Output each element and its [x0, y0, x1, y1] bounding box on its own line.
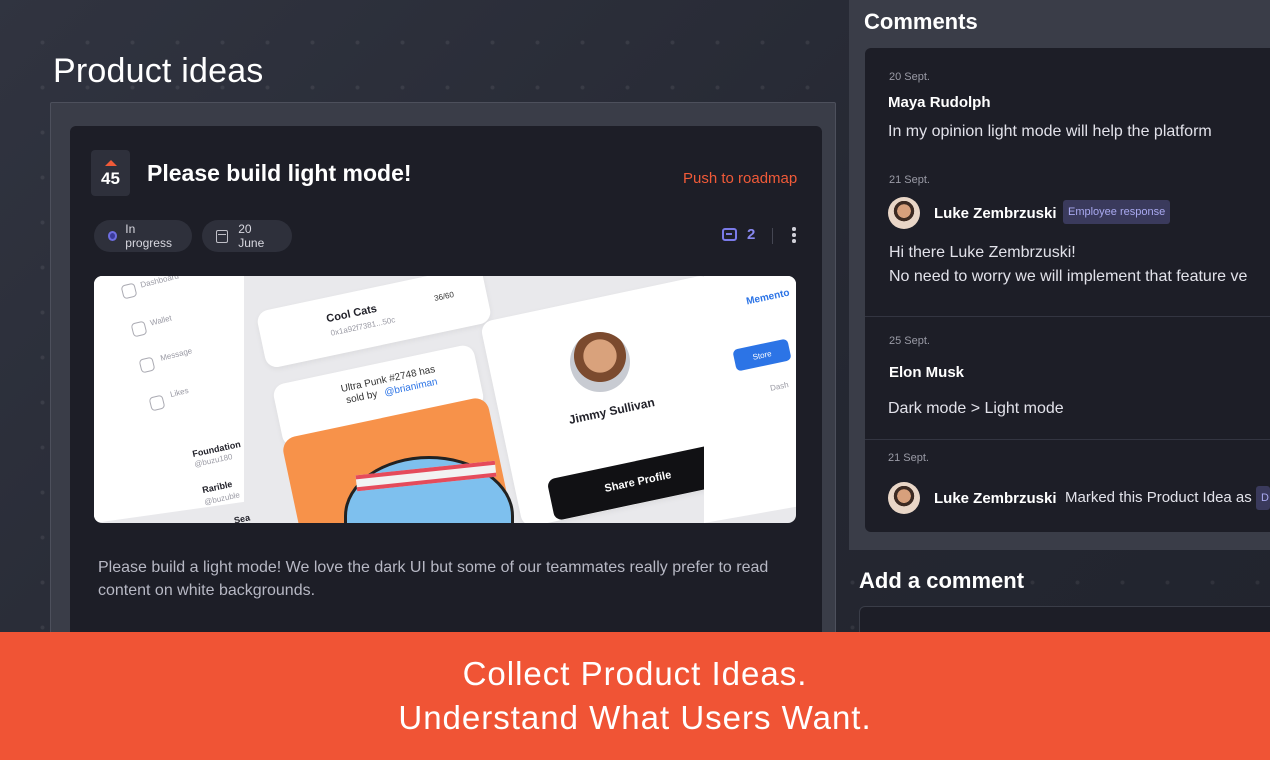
preview-list-sea: Sea	[233, 512, 251, 523]
comment-icon	[722, 228, 737, 241]
status-dot-icon	[108, 231, 118, 241]
comment-date: 25 Sept.	[889, 335, 930, 347]
comment-count: 2	[747, 226, 756, 243]
add-comment-title: Add a comment	[859, 568, 1025, 593]
vote-count: 45	[101, 169, 120, 188]
status-badge[interactable]: In progress	[94, 220, 192, 252]
idea-description: Please build a light mode! We love the d…	[98, 559, 769, 599]
comment-text: Hi there Luke Zembrzuski!	[889, 244, 1076, 261]
idea-preview-image: Dashboard Wallet Message Likes Foundatio…	[94, 276, 796, 523]
divider	[772, 228, 773, 244]
date-label: 20 June	[238, 222, 265, 250]
comments-title: Comments	[864, 9, 978, 34]
calendar-icon	[216, 229, 229, 243]
employee-response-badge: Employee response	[1063, 200, 1171, 224]
comment-text: Dark mode > Light mode	[888, 400, 1064, 417]
status-label: In progress	[125, 222, 172, 250]
page-title: Product ideas	[53, 52, 264, 90]
avatar	[888, 197, 920, 229]
push-to-roadmap-link[interactable]: Push to roadmap	[683, 170, 797, 187]
kebab-menu-icon[interactable]	[792, 227, 796, 243]
comment-author: Maya Rudolph	[888, 94, 991, 111]
upvote-arrow-icon	[104, 160, 117, 166]
status-badge: D	[1256, 486, 1270, 510]
upvote-button[interactable]: 45	[91, 150, 130, 196]
comment-date: 21 Sept.	[888, 452, 929, 464]
comment-text: Marked this Product Idea as	[1065, 489, 1252, 506]
comment-author: Luke Zembrzuski	[934, 205, 1057, 222]
date-badge[interactable]: 20 June	[202, 220, 292, 252]
banner-line-2: Understand What Users Want.	[398, 699, 872, 736]
comment-author: Luke Zembrzuski	[934, 490, 1057, 507]
preview-share-label: Share Profile	[603, 469, 673, 495]
comment-text-line2: No need to worry we will implement that …	[889, 268, 1248, 285]
comment-author: Elon Musk	[889, 364, 965, 381]
preview-store-label: Store	[751, 348, 773, 362]
promo-banner: Collect Product Ideas. Understand What U…	[0, 632, 1270, 760]
preview-profile-avatar	[570, 332, 630, 392]
comment-count-button[interactable]: 2	[722, 226, 755, 243]
avatar	[888, 482, 920, 514]
comment-text: In my opinion light mode will help the p…	[888, 123, 1212, 140]
banner-line-1: Collect Product Ideas.	[462, 655, 808, 692]
comment-separator	[865, 316, 1270, 317]
comment-date: 20 Sept.	[889, 71, 930, 83]
comment-separator	[865, 439, 1270, 440]
comment-date: 21 Sept.	[889, 174, 930, 186]
idea-title: Please build light mode!	[147, 160, 412, 186]
preview-right-sidebar	[704, 276, 796, 523]
